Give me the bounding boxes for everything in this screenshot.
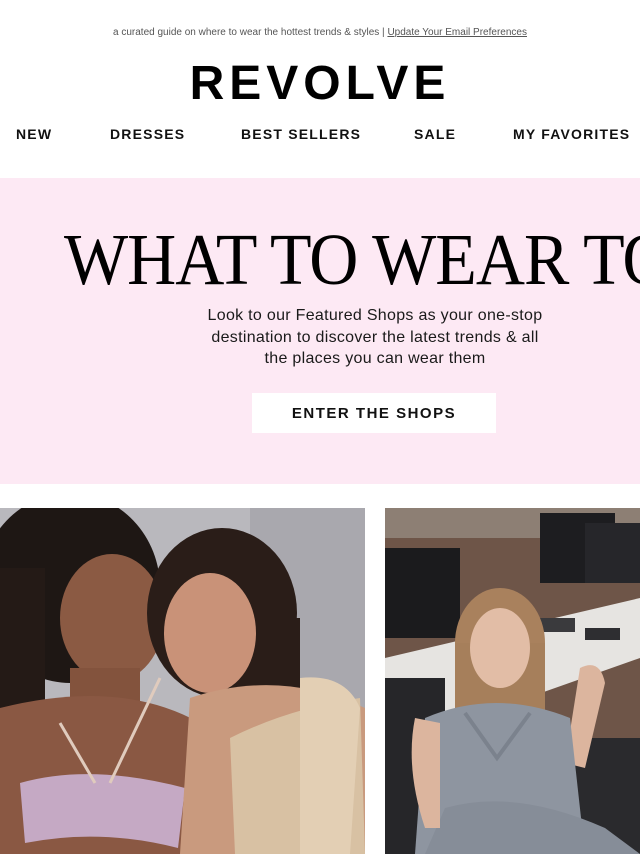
product-image-office-model[interactable] [385, 508, 640, 854]
office-model-image [385, 508, 640, 854]
nav-item-my-favorites[interactable]: MY FAVORITES [513, 126, 630, 142]
nav-item-new[interactable]: NEW [16, 126, 52, 142]
hero-title: WHAT TO WEAR TO [64, 218, 640, 301]
hero-copy: Look to our Featured Shops as your one-s… [160, 305, 590, 370]
preheader-text: a curated guide on where to wear the hot… [113, 27, 385, 38]
hero-banner: WHAT TO WEAR TO Look to our Featured Sho… [0, 178, 640, 484]
nav-item-sale[interactable]: SALE [414, 126, 456, 142]
product-image-sequin-models[interactable] [0, 508, 365, 854]
hero-copy-line: Look to our Featured Shops as your one-s… [207, 307, 543, 324]
revolve-logo[interactable]: REVOLVE [0, 56, 640, 112]
nav-item-dresses[interactable]: DRESSES [110, 126, 185, 142]
nav-item-best-sellers[interactable]: BEST SELLERS [241, 126, 361, 142]
hero-copy-line: the places you can wear them [264, 350, 486, 367]
email-preferences-link[interactable]: Update Your Email Preferences [387, 27, 527, 38]
sequin-models-image [0, 508, 365, 854]
main-nav: NEW DRESSES BEST SELLERS SALE MY FAVORIT… [0, 126, 640, 146]
enter-the-shops-button[interactable]: ENTER THE SHOPS [252, 393, 496, 433]
preheader: a curated guide on where to wear the hot… [0, 27, 640, 38]
hero-copy-line: destination to discover the latest trend… [211, 328, 539, 346]
